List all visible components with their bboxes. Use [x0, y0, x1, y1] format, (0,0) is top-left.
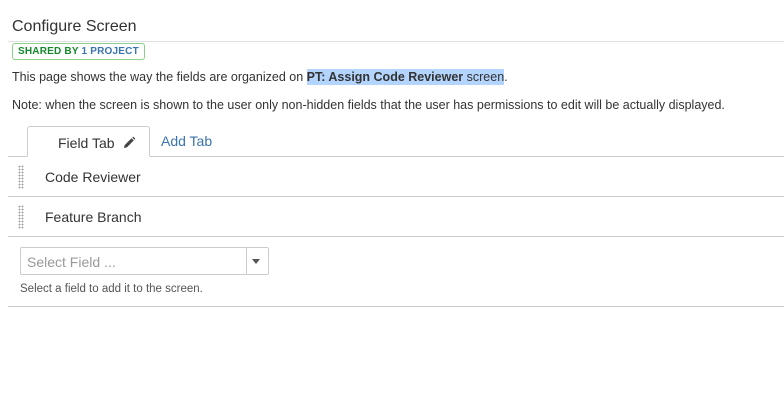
tab-field-tab-label: Field Tab: [58, 135, 115, 151]
screen-description: This page shows the way the fields are o…: [12, 69, 508, 85]
page-title: Configure Screen: [12, 18, 137, 35]
drag-handle-icon[interactable]: [18, 165, 24, 189]
visibility-note: Note: when the screen is shown to the us…: [12, 98, 725, 112]
drag-handle-icon[interactable]: [18, 205, 24, 229]
title-divider: [8, 41, 784, 42]
shared-by-badge[interactable]: SHARED BY 1 PROJECT: [12, 43, 145, 60]
section-bottom-divider: [8, 306, 784, 307]
field-row-code-reviewer[interactable]: Code Reviewer: [8, 157, 784, 197]
pencil-icon[interactable]: [122, 136, 136, 150]
badge-project-count-text: 1 PROJECT: [81, 46, 139, 57]
field-name: Feature Branch: [45, 209, 142, 225]
select-field-dropdown[interactable]: Select Field ...: [20, 247, 269, 275]
screen-name: PT: Assign Code Reviewer: [306, 69, 464, 85]
dropdown-divider: [246, 248, 247, 274]
description-prefix: This page shows the way the fields are o…: [12, 70, 307, 84]
field-name: Code Reviewer: [45, 169, 141, 185]
description-suffix: screen: [463, 69, 505, 85]
tab-field-tab[interactable]: Field Tab: [27, 126, 150, 157]
select-field-help: Select a field to add it to the screen.: [20, 283, 203, 295]
chevron-down-icon[interactable]: [252, 259, 260, 264]
field-row-feature-branch[interactable]: Feature Branch: [8, 197, 784, 237]
add-tab-link[interactable]: Add Tab: [161, 133, 212, 149]
description-end: .: [504, 70, 508, 84]
select-field-placeholder: Select Field ...: [27, 254, 116, 270]
badge-shared-by-text: SHARED BY: [18, 46, 79, 57]
